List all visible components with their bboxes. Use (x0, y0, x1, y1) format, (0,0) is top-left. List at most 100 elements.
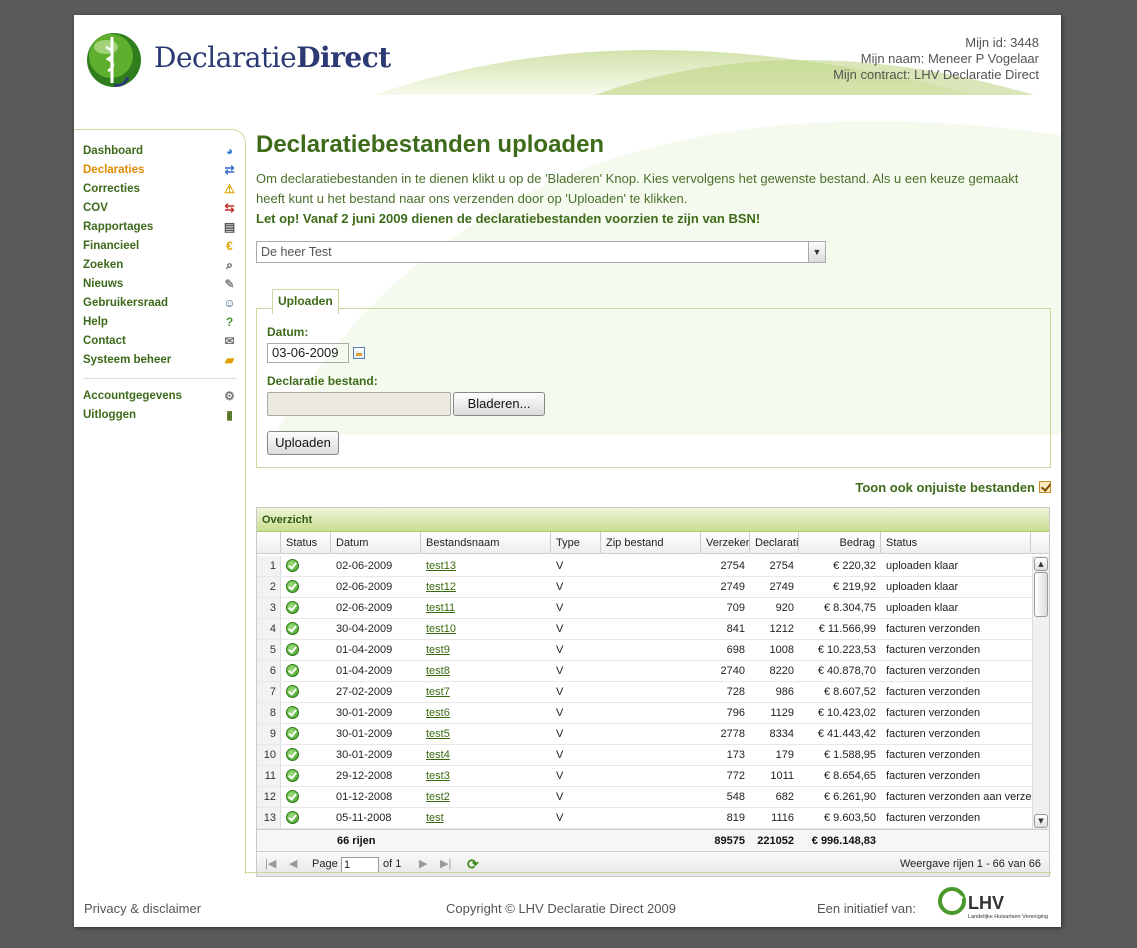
sidebar-item-contact[interactable]: Contact ✉ (74, 332, 245, 351)
table-row[interactable]: 12 01-12-2008 test2 V 548 682 € 6.261,90 factur… (257, 787, 1049, 808)
table-row[interactable]: 4 30-04-2009 test10 V 841 1212 € 11.566,99 fact… (257, 619, 1049, 640)
table-row[interactable]: 5 01-04-2009 test9 V 698 1008 € 10.223,53 factu… (257, 640, 1049, 661)
sidebar-item-zoeken[interactable]: Zoeken ⌕ (74, 256, 245, 275)
column-header-zip-col[interactable]: Zip bestand (601, 532, 701, 553)
column-header-datum-col[interactable]: Datum (331, 532, 421, 553)
status-cell (281, 745, 331, 765)
chart-pie-icon: ◕ (225, 144, 234, 158)
sidebar-item-declaraties[interactable]: Declaraties ⇄ (74, 161, 245, 180)
last-page-icon[interactable]: ▶| (440, 852, 451, 877)
sidebar-item-financieel[interactable]: Financieel € (74, 237, 245, 256)
file-name-cell: test (421, 808, 551, 828)
sidebar-item-nieuws[interactable]: Nieuws ✎ (74, 275, 245, 294)
date-input[interactable]: 03-06-2009 (267, 343, 349, 363)
file-link[interactable]: test6 (426, 707, 450, 719)
page-of-label: of 1 (383, 858, 402, 870)
table-row[interactable]: 3 02-06-2009 test11 V 709 920 € 8.304,75 upload… (257, 598, 1049, 619)
table-row[interactable]: 2 02-06-2009 test12 V 2749 2749 € 219,92 upload… (257, 577, 1049, 598)
verz-cell: 2749 (720, 581, 745, 593)
verz-cell: 173 (726, 749, 745, 761)
totals-declaraties: 221052 (757, 835, 794, 847)
zip-cell (601, 682, 701, 702)
file-link[interactable]: test (426, 812, 444, 824)
file-path-input[interactable] (267, 392, 451, 416)
file-link[interactable]: test3 (426, 770, 450, 782)
main-content: Declaratiebestanden uploaden Om declarat… (256, 129, 1051, 877)
file-link[interactable]: test9 (426, 644, 450, 656)
sidebar-item-systeem-beheer[interactable]: Systeem beheer ▰ (74, 351, 245, 370)
prev-page-icon[interactable]: ◀ (289, 852, 297, 877)
grid-scrollbar[interactable]: ▲ ▼ (1032, 556, 1049, 829)
sidebar-item-accountgegevens[interactable]: Accountgegevens ⚙ (74, 387, 245, 406)
sidebar-item-cov[interactable]: COV ⇆ (74, 199, 245, 218)
column-header-type-col[interactable]: Type (551, 532, 601, 553)
table-row[interactable]: 8 30-01-2009 test6 V 796 1129 € 10.423,02 factu… (257, 703, 1049, 724)
table-row[interactable]: 6 01-04-2009 test8 V 2740 8220 € 40.878,70 fact… (257, 661, 1049, 682)
column-header-verzekerden-col[interactable]: Verzekerden (701, 532, 750, 553)
folder-icon: ▰ (224, 353, 235, 367)
grid-title: Overzicht (257, 508, 1049, 532)
file-link[interactable]: test4 (426, 749, 450, 761)
decl-cell: 8220 (769, 665, 794, 677)
bedrag-cell: € 8.607,52 (824, 686, 876, 698)
table-row[interactable]: 9 30-01-2009 test5 V 2778 8334 € 41.443,42 fact… (257, 724, 1049, 745)
zip-cell (601, 640, 701, 660)
table-row[interactable]: 10 30-01-2009 test4 V 173 179 € 1.588,95 factur… (257, 745, 1049, 766)
file-link[interactable]: test2 (426, 791, 450, 803)
type-cell: V (556, 560, 564, 572)
intro-text: Om declaratiebestanden in te dienen klik… (256, 171, 1019, 206)
file-link[interactable]: test7 (426, 686, 450, 698)
euro-icon: € (226, 239, 233, 253)
browse-button[interactable]: Bladeren... (453, 392, 545, 416)
sidebar-account-menu: Accountgegevens ⚙ Uitloggen ▮ (74, 387, 245, 425)
status-cell (281, 661, 331, 681)
show-invalid-toggle[interactable]: Toon ook onjuiste bestanden (855, 480, 1051, 495)
scroll-up-icon[interactable]: ▲ (1034, 557, 1048, 571)
sidebar-item-gebruikersraad[interactable]: Gebruikersraad ☺ (74, 294, 245, 313)
datum-cell: 02-06-2009 (336, 602, 393, 614)
table-row[interactable]: 11 29-12-2008 test3 V 772 1011 € 8.654,65 factu… (257, 766, 1049, 787)
practitioner-select[interactable]: De heer Test ▼ (256, 241, 826, 263)
table-row[interactable]: 13 05-11-2008 test V 819 1116 € 9.603,50 factur… (257, 808, 1049, 829)
check-circle-icon (286, 622, 299, 635)
sidebar-item-uitloggen[interactable]: Uitloggen ▮ (74, 406, 245, 425)
file-link[interactable]: test5 (426, 728, 450, 740)
sidebar-item-label: Dashboard (83, 145, 144, 157)
next-page-icon[interactable]: ▶ (419, 852, 427, 877)
show-invalid-checkbox[interactable] (1039, 481, 1051, 493)
table-row[interactable]: 7 27-02-2009 test7 V 728 986 € 8.607,52 facture… (257, 682, 1049, 703)
column-header-bedrag-col[interactable]: Bedrag (799, 532, 881, 553)
calendar-icon[interactable] (353, 347, 365, 359)
column-header-status-text-col[interactable]: Status (881, 532, 1031, 553)
chevron-down-icon[interactable]: ▼ (808, 242, 825, 262)
user-id-label: Mijn id: (965, 35, 1007, 50)
sidebar-item-correcties[interactable]: Correcties ⚠ (74, 180, 245, 199)
refresh-icon[interactable]: ⟳ (467, 852, 479, 877)
type-cell: V (556, 791, 564, 803)
file-link[interactable]: test8 (426, 665, 450, 677)
file-link[interactable]: test12 (426, 581, 456, 593)
scroll-thumb[interactable] (1034, 572, 1048, 617)
file-link[interactable]: test13 (426, 560, 456, 572)
zip-cell (601, 766, 701, 786)
grid-header: Status Datum Bestandsnaam Type Zip bestand Ve… (257, 532, 1049, 554)
bedrag-cell: € 8.304,75 (824, 602, 876, 614)
tab-uploaden[interactable]: Uploaden (272, 289, 339, 314)
column-header-declaraties-col[interactable]: Declaraties (750, 532, 799, 553)
check-circle-icon (286, 748, 299, 761)
status-cell (281, 640, 331, 660)
file-link[interactable]: test11 (426, 602, 455, 614)
upload-button[interactable]: Uploaden (267, 431, 339, 455)
file-link[interactable]: test10 (426, 623, 456, 635)
check-circle-icon (286, 706, 299, 719)
sidebar-item-dashboard[interactable]: Dashboard ◕ (74, 142, 245, 161)
scroll-down-icon[interactable]: ▼ (1034, 814, 1048, 828)
first-page-icon[interactable]: |◀ (265, 852, 276, 877)
table-row[interactable]: 1 02-06-2009 test13 V 2754 2754 € 220,32 upload… (257, 556, 1049, 577)
sidebar-item-rapportages[interactable]: Rapportages ▤ (74, 218, 245, 237)
column-header-bestandsnaam-col[interactable]: Bestandsnaam (421, 532, 551, 553)
page-number-input[interactable]: 1 (341, 857, 379, 873)
sidebar-item-help[interactable]: Help? (74, 313, 245, 332)
privacy-link[interactable]: Privacy & disclaimer (84, 901, 201, 916)
column-header-status-col[interactable]: Status (281, 532, 331, 553)
